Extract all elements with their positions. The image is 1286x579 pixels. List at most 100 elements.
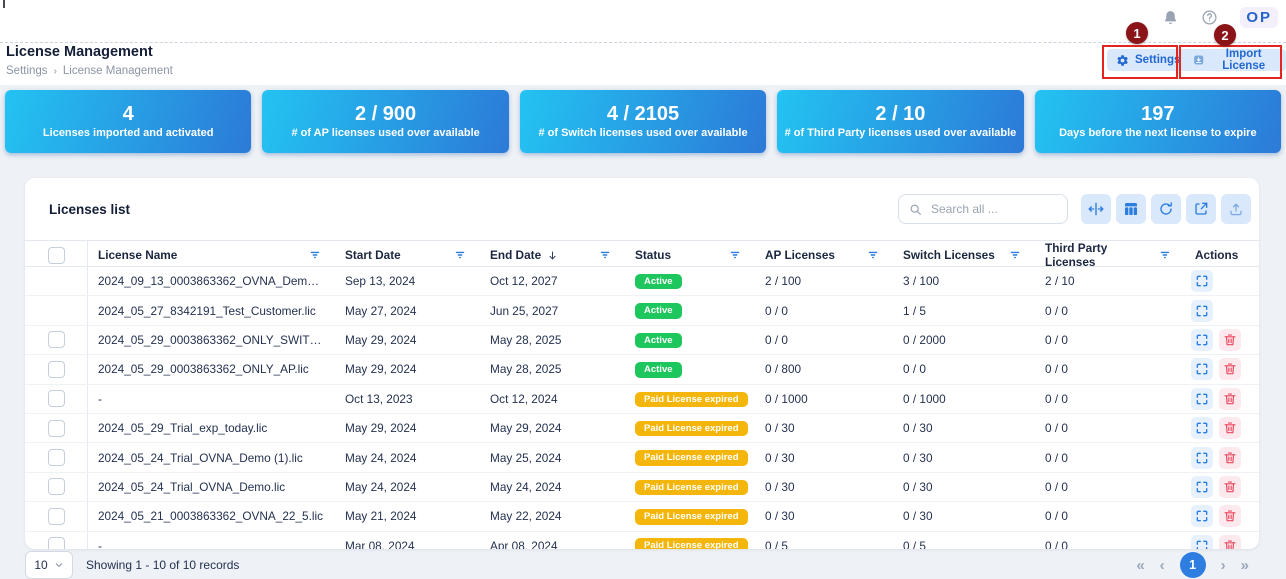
import-license-button-label: Import License [1210, 48, 1277, 72]
export-icon [1193, 201, 1209, 217]
end-date-cell: Oct 12, 2027 [480, 274, 625, 288]
row-checkbox[interactable] [48, 331, 65, 348]
first-page-button[interactable]: « [1136, 558, 1144, 573]
table-columns-button[interactable] [1116, 194, 1146, 224]
column-header-third-party-licenses[interactable]: Third Party Licenses [1035, 241, 1185, 269]
expand-row-button[interactable] [1191, 535, 1213, 549]
sort-desc-icon[interactable] [547, 250, 558, 261]
table-row[interactable]: 2024_05_24_Trial_OVNA_Demo (1).lic May 2… [25, 443, 1259, 472]
search-box[interactable] [898, 194, 1068, 224]
column-header-ap-licenses[interactable]: AP Licenses [755, 241, 893, 269]
expand-row-button[interactable] [1191, 300, 1213, 322]
filter-icon[interactable] [867, 249, 879, 261]
last-page-button[interactable]: » [1241, 558, 1249, 573]
row-checkbox[interactable] [48, 449, 65, 466]
column-header-label: Status [635, 248, 671, 262]
filter-icon[interactable] [729, 249, 741, 261]
table-row[interactable]: 2024_05_21_0003863362_OVNA_22_5.lic May … [25, 502, 1259, 531]
license-name-cell: 2024_09_13_0003863362_OVNA_Demo.lic [88, 274, 335, 288]
filter-icon[interactable] [1009, 249, 1021, 261]
delete-row-button[interactable] [1219, 505, 1241, 527]
search-input[interactable] [929, 201, 1057, 217]
ap-licenses-cell: 0 / 30 [755, 451, 893, 465]
status-badge: Active [635, 274, 682, 290]
start-date-cell: May 29, 2024 [335, 362, 480, 376]
expand-icon [1195, 392, 1209, 406]
row-checkbox[interactable] [48, 390, 65, 407]
upload-button[interactable] [1221, 194, 1251, 224]
expand-columns-button[interactable] [1081, 194, 1111, 224]
table-row[interactable]: 2024_09_13_0003863362_OVNA_Demo.lic Sep … [25, 267, 1259, 296]
filter-icon[interactable] [454, 249, 466, 261]
help-icon[interactable] [1201, 9, 1218, 26]
table-row[interactable]: - Oct 13, 2023 Oct 12, 2024 Paid License… [25, 385, 1259, 414]
column-header-label: AP Licenses [765, 248, 835, 262]
column-header-license-name[interactable]: License Name [88, 241, 335, 269]
table-row[interactable]: 2024_05_27_8342191_Test_Customer.lic May… [25, 296, 1259, 325]
export-button[interactable] [1186, 194, 1216, 224]
status-cell: Paid License expired [625, 449, 755, 466]
current-page-button[interactable]: 1 [1180, 552, 1206, 578]
delete-row-button[interactable] [1219, 476, 1241, 498]
select-all-cell [25, 241, 88, 269]
row-checkbox[interactable] [48, 420, 65, 437]
trash-icon [1223, 362, 1237, 376]
select-all-checkbox[interactable] [48, 247, 65, 264]
settings-button[interactable]: Settings [1107, 49, 1189, 71]
expand-row-button[interactable] [1191, 505, 1213, 527]
next-page-button[interactable]: › [1221, 558, 1226, 573]
previous-page-button[interactable]: ‹ [1160, 558, 1165, 573]
status-badge: Active [635, 333, 682, 349]
refresh-button[interactable] [1151, 194, 1181, 224]
page-size-select[interactable]: 10 [25, 551, 73, 579]
expand-row-button[interactable] [1191, 329, 1213, 351]
column-header-label: Start Date [345, 248, 401, 262]
delete-row-button[interactable] [1219, 358, 1241, 380]
column-header-actions[interactable]: Actions [1185, 241, 1259, 269]
expand-row-button[interactable] [1191, 270, 1213, 292]
expand-row-button[interactable] [1191, 417, 1213, 439]
row-checkbox[interactable] [48, 478, 65, 495]
license-name-cell: 2024_05_24_Trial_OVNA_Demo (1).lic [88, 451, 335, 465]
stat-label: # of Switch licenses used over available [538, 127, 747, 139]
notifications-icon[interactable] [1162, 9, 1179, 26]
expand-icon [1195, 333, 1209, 347]
column-header-start-date[interactable]: Start Date [335, 241, 480, 269]
third-party-licenses-cell: 2 / 10 [1035, 274, 1185, 288]
table-row[interactable]: 2024_05_29_0003863362_ONLY_SWITCH.lic Ma… [25, 326, 1259, 355]
expand-row-button[interactable] [1191, 358, 1213, 380]
delete-row-button[interactable] [1219, 388, 1241, 410]
table-row[interactable]: 2024_05_24_Trial_OVNA_Demo.lic May 24, 2… [25, 473, 1259, 502]
filter-icon[interactable] [309, 249, 321, 261]
column-header-switch-licenses[interactable]: Switch Licenses [893, 241, 1035, 269]
status-cell: Paid License expired [625, 537, 755, 549]
import-license-button[interactable]: Import License [1184, 49, 1286, 71]
table-row[interactable]: - Mar 08, 2024 Apr 08, 2024 Paid License… [25, 532, 1259, 549]
row-checkbox[interactable] [48, 361, 65, 378]
delete-row-button[interactable] [1219, 447, 1241, 469]
actions-cell [1185, 270, 1259, 292]
user-avatar[interactable]: OP [1240, 7, 1278, 28]
table-row[interactable]: 2024_05_29_Trial_exp_today.lic May 29, 2… [25, 414, 1259, 443]
expand-row-button[interactable] [1191, 447, 1213, 469]
expand-row-button[interactable] [1191, 388, 1213, 410]
delete-row-button[interactable] [1219, 417, 1241, 439]
delete-row-button[interactable] [1219, 535, 1241, 549]
delete-row-button[interactable] [1219, 329, 1241, 351]
row-checkbox[interactable] [48, 508, 65, 525]
column-header-end-date[interactable]: End Date [480, 241, 625, 269]
status-badge: Paid License expired [635, 509, 748, 525]
actions-cell [1185, 388, 1259, 410]
breadcrumb-settings[interactable]: Settings [6, 65, 48, 77]
switch-licenses-cell: 0 / 30 [893, 480, 1035, 494]
table-row[interactable]: 2024_05_29_0003863362_ONLY_AP.lic May 29… [25, 355, 1259, 384]
row-checkbox[interactable] [48, 537, 65, 549]
breadcrumb-license-management: License Management [63, 65, 173, 77]
third-party-licenses-cell: 0 / 0 [1035, 392, 1185, 406]
filter-icon[interactable] [1159, 249, 1171, 261]
actions-cell [1185, 300, 1259, 322]
column-header-status[interactable]: Status [625, 241, 755, 269]
filter-icon[interactable] [599, 249, 611, 261]
expand-row-button[interactable] [1191, 476, 1213, 498]
status-badge: Paid License expired [635, 480, 748, 496]
